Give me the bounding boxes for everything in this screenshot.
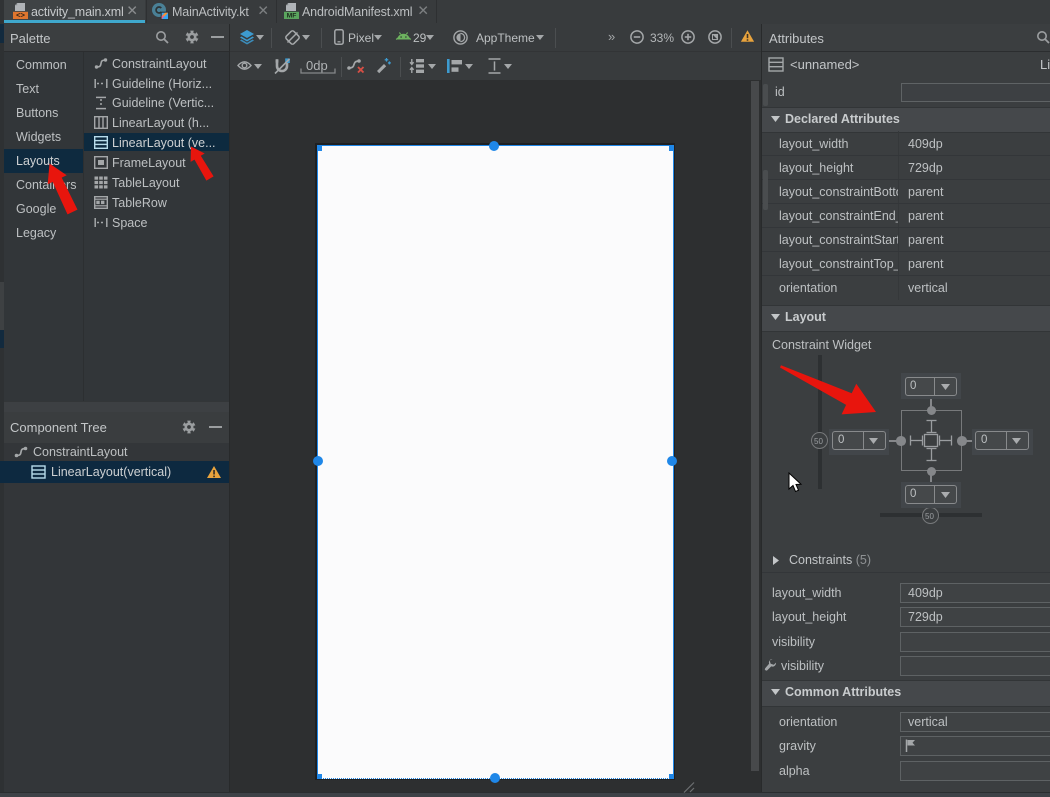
- svg-text:MF: MF: [287, 13, 297, 20]
